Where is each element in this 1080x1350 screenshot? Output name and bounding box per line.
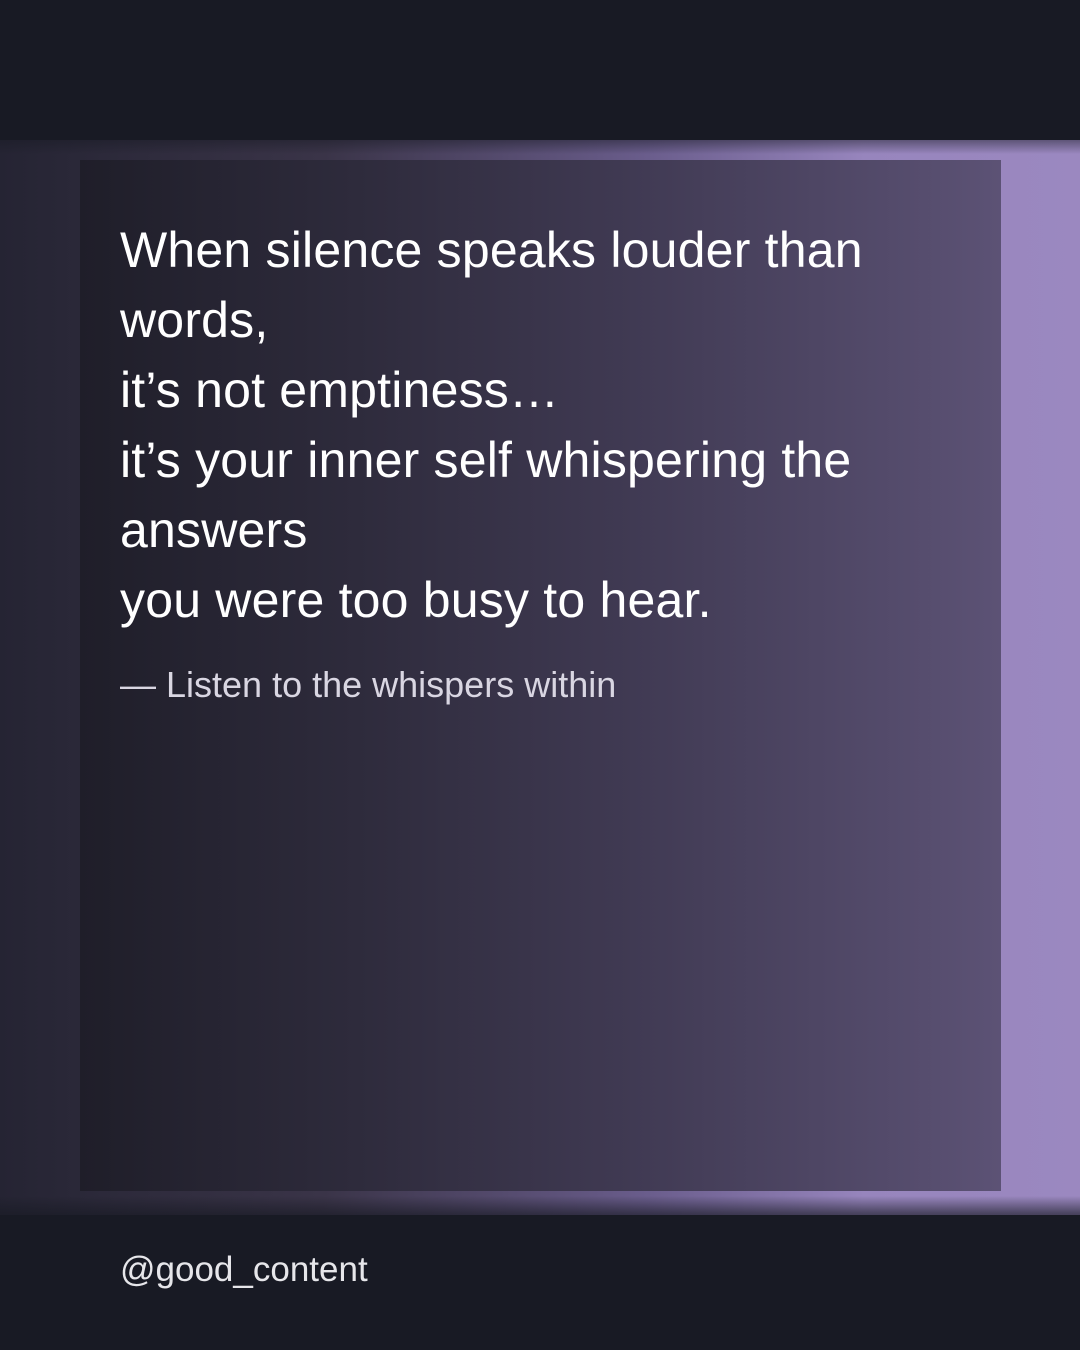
quote-line: it’s your inner self whispering the (120, 432, 852, 488)
quote-line: you were too busy to hear. (120, 572, 712, 628)
quote-attribution: — Listen to the whispers within (120, 664, 617, 705)
bottom-shadow (0, 1196, 1080, 1230)
top-shadow (0, 118, 1080, 154)
account-handle: @good_content (120, 1250, 368, 1289)
quote-text: When silence speaks louder than words, i… (120, 215, 920, 635)
quote-line: words, (120, 292, 269, 348)
quote-line: When silence speaks louder than (120, 222, 863, 278)
quote-line: answers (120, 502, 308, 558)
quote-line: it’s not emptiness… (120, 362, 560, 418)
